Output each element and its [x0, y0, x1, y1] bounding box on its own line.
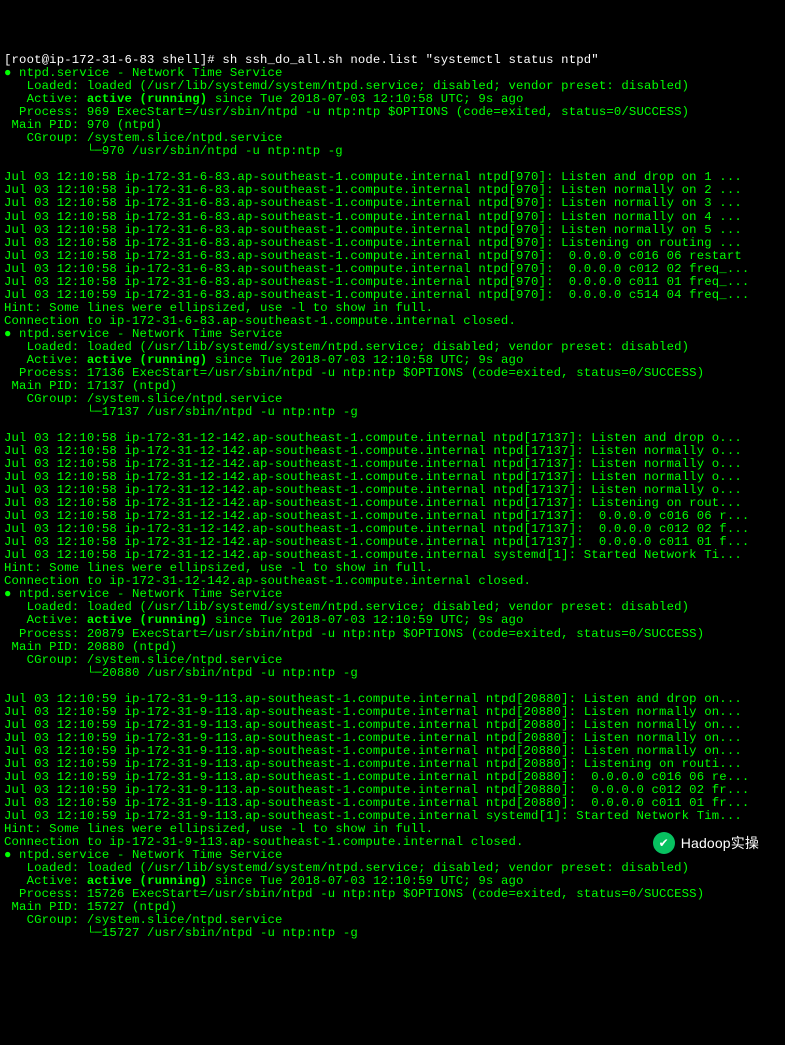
blank-line: [4, 940, 781, 953]
log-line: Jul 03 12:10:59 ip-172-31-9-113.ap-south…: [4, 706, 781, 719]
log-line: Jul 03 12:10:59 ip-172-31-9-113.ap-south…: [4, 758, 781, 771]
active-line: Active: active (running) since Tue 2018-…: [4, 354, 781, 367]
log-line: Jul 03 12:10:58 ip-172-31-6-83.ap-southe…: [4, 263, 781, 276]
log-line: Jul 03 12:10:59 ip-172-31-9-113.ap-south…: [4, 784, 781, 797]
blank-line: [4, 680, 781, 693]
connection-closed-line: Connection to ip-172-31-6-83.ap-southeas…: [4, 315, 781, 328]
cgroup-tree-line: └─15727 /usr/sbin/ntpd -u ntp:ntp -g: [4, 927, 781, 940]
log-line: Jul 03 12:10:59 ip-172-31-9-113.ap-south…: [4, 732, 781, 745]
mainpid-line: Main PID: 15727 (ntpd): [4, 901, 781, 914]
cgroup-line: CGroup: /system.slice/ntpd.service: [4, 654, 781, 667]
process-line: Process: 17136 ExecStart=/usr/sbin/ntpd …: [4, 367, 781, 380]
log-line: Jul 03 12:10:59 ip-172-31-9-113.ap-south…: [4, 719, 781, 732]
watermark-badge: ✔ Hadoop实操: [645, 828, 767, 858]
log-line: Jul 03 12:10:58 ip-172-31-6-83.ap-southe…: [4, 237, 781, 250]
mainpid-line: Main PID: 20880 (ntpd): [4, 641, 781, 654]
log-line: Jul 03 12:10:59 ip-172-31-6-83.ap-southe…: [4, 289, 781, 302]
log-line: Jul 03 12:10:59 ip-172-31-9-113.ap-south…: [4, 745, 781, 758]
log-line: Jul 03 12:10:59 ip-172-31-9-113.ap-south…: [4, 771, 781, 784]
watermark-text: Hadoop实操: [681, 836, 759, 851]
cgroup-line: CGroup: /system.slice/ntpd.service: [4, 393, 781, 406]
process-line: Process: 15726 ExecStart=/usr/sbin/ntpd …: [4, 888, 781, 901]
terminal-output[interactable]: [root@ip-172-31-6-83 shell]# sh ssh_do_a…: [4, 54, 781, 953]
log-line: Jul 03 12:10:59 ip-172-31-9-113.ap-south…: [4, 693, 781, 706]
active-status: active (running): [87, 92, 207, 106]
active-line: Active: active (running) since Tue 2018-…: [4, 875, 781, 888]
cgroup-tree-line: └─20880 /usr/sbin/ntpd -u ntp:ntp -g: [4, 667, 781, 680]
cgroup-line: CGroup: /system.slice/ntpd.service: [4, 914, 781, 927]
log-line: Jul 03 12:10:58 ip-172-31-6-83.ap-southe…: [4, 197, 781, 210]
cgroup-tree-line: └─970 /usr/sbin/ntpd -u ntp:ntp -g: [4, 145, 781, 158]
wechat-icon: ✔: [653, 832, 675, 854]
mainpid-line: Main PID: 17137 (ntpd): [4, 380, 781, 393]
hint-line: Hint: Some lines were ellipsized, use -l…: [4, 302, 781, 315]
log-line: Jul 03 12:10:59 ip-172-31-9-113.ap-south…: [4, 810, 781, 823]
active-status: active (running): [87, 613, 207, 627]
log-line: Jul 03 12:10:58 ip-172-31-6-83.ap-southe…: [4, 250, 781, 263]
cgroup-tree-line: └─17137 /usr/sbin/ntpd -u ntp:ntp -g: [4, 406, 781, 419]
log-line: Jul 03 12:10:58 ip-172-31-6-83.ap-southe…: [4, 224, 781, 237]
log-line: Jul 03 12:10:59 ip-172-31-9-113.ap-south…: [4, 797, 781, 810]
active-status: active (running): [87, 353, 207, 367]
log-line: Jul 03 12:10:58 ip-172-31-6-83.ap-southe…: [4, 276, 781, 289]
service-header: ● ntpd.service - Network Time Service: [4, 328, 781, 341]
process-line: Process: 20879 ExecStart=/usr/sbin/ntpd …: [4, 628, 781, 641]
log-line: Jul 03 12:10:58 ip-172-31-6-83.ap-southe…: [4, 211, 781, 224]
active-line: Active: active (running) since Tue 2018-…: [4, 614, 781, 627]
